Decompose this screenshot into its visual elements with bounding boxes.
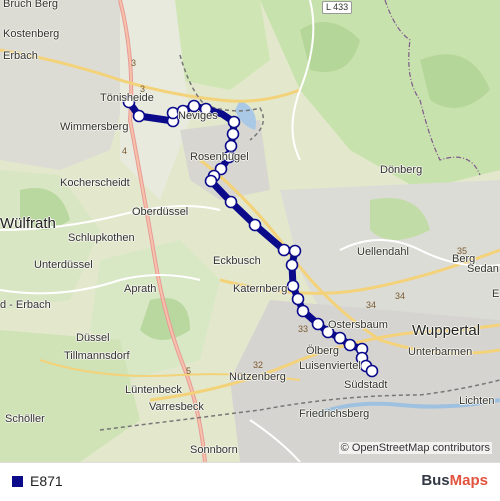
place-label-donberg: Dönberg [380, 164, 423, 176]
road-label-l433: L 433 [322, 1, 353, 14]
route-stop[interactable] [132, 109, 146, 123]
place-label-aprath: Aprath [124, 283, 157, 295]
route-stop[interactable] [291, 292, 305, 306]
route-stop[interactable] [365, 364, 379, 378]
place-label-friedrichsberg: Friedrichsberg [299, 408, 370, 420]
road-label-32: 32 [253, 360, 264, 370]
place-label-nutzenberg: Nützenberg [229, 371, 286, 383]
route-stop[interactable] [343, 338, 357, 352]
route-stop[interactable] [224, 195, 238, 209]
place-label-uellendahl: Uellendahl [357, 246, 409, 258]
place-label-unterdussel: Unterdüssel [34, 259, 93, 271]
road-label-34b: 34 [395, 291, 406, 301]
route-color-swatch [12, 476, 23, 487]
road-label-5: 5 [186, 366, 192, 376]
place-label-wulfrath: Wülfrath [0, 215, 56, 232]
route-stop[interactable] [286, 279, 300, 293]
place-label-bruchberg: Bruch Berg [3, 0, 59, 10]
road-label-35: 35 [457, 246, 468, 256]
place-label-sonnborn: Sonnborn [190, 444, 238, 456]
place-label-erbach-top: Erbach [3, 50, 38, 62]
route-stop[interactable] [204, 174, 218, 188]
route-stop[interactable] [226, 127, 240, 141]
road-label-34a: 34 [366, 300, 377, 310]
place-label-sedan: Sedan [467, 263, 499, 275]
place-label-sudstadt: Südstadt [344, 379, 388, 391]
route-stop[interactable] [166, 106, 180, 120]
route-name-label: E871 [30, 473, 63, 489]
route-layer [122, 95, 379, 378]
place-label-kocherscheidt: Kocherscheidt [60, 177, 130, 189]
road-label-3a: 3 [131, 58, 137, 68]
place-label-olberg: Ölberg [306, 345, 340, 357]
place-label-dussel: Düssel [76, 332, 110, 344]
place-label-unterbarmen: Unterbarmen [408, 346, 473, 358]
place-label-varresbeck: Varresbeck [149, 401, 204, 413]
route-stop[interactable] [227, 115, 241, 129]
place-label-ostersbaum: Ostersbaum [328, 319, 388, 331]
brand-part-bus: Bus [421, 472, 450, 489]
map-attribution[interactable]: © OpenStreetMap contributors [338, 442, 492, 454]
map-view[interactable]: Kostenberg Bruch Berg Erbach Tönisheide … [0, 0, 500, 462]
place-label-scholler: Schöller [5, 413, 45, 425]
place-label-luntenbeck: Lüntenbeck [125, 384, 182, 396]
busmaps-logo[interactable]: BusMaps [421, 472, 488, 489]
route-stop[interactable] [311, 317, 325, 331]
place-label-neviges: Neviges [178, 110, 218, 122]
place-label-katernberg: Katernberg [233, 283, 288, 295]
road-label-4: 4 [122, 146, 128, 156]
place-label-kostenberg: Kostenberg [3, 28, 60, 40]
place-label-oberdussel: Oberdüssel [132, 206, 189, 218]
route-stop[interactable] [296, 304, 310, 318]
route-stop[interactable] [288, 244, 302, 258]
place-label-luisenviertel: Luisenviertel [299, 360, 361, 372]
place-label-wimmersberg: Wimmersberg [60, 121, 129, 133]
place-label-tonisheide: Tönisheide [100, 92, 154, 104]
place-label-dbach-erbach: d - Erbach [0, 299, 51, 311]
place-label-tillmannsdorf: Tillmannsdorf [64, 350, 130, 362]
route-stop[interactable] [277, 243, 291, 257]
place-label-wuppertal: Wuppertal [412, 322, 481, 339]
place-label-schlupkothen: Schlupkothen [68, 232, 135, 244]
place-label-rosenhugel: Rosenhügel [190, 151, 249, 163]
route-stop[interactable] [285, 258, 299, 272]
route-stops [122, 95, 379, 378]
legend-bar: E871 BusMaps [0, 462, 500, 501]
place-label-lichten: Lichten [459, 395, 495, 407]
route-stop[interactable] [224, 139, 238, 153]
brand-part-maps: Maps [449, 472, 488, 489]
place-label-eckbusch: Eckbusch [213, 255, 261, 267]
road-label-33: 33 [298, 324, 309, 334]
road-label-3b: 3 [140, 84, 146, 94]
route-stop[interactable] [333, 331, 347, 345]
place-label-e: E [492, 288, 500, 300]
route-stop[interactable] [248, 218, 262, 232]
